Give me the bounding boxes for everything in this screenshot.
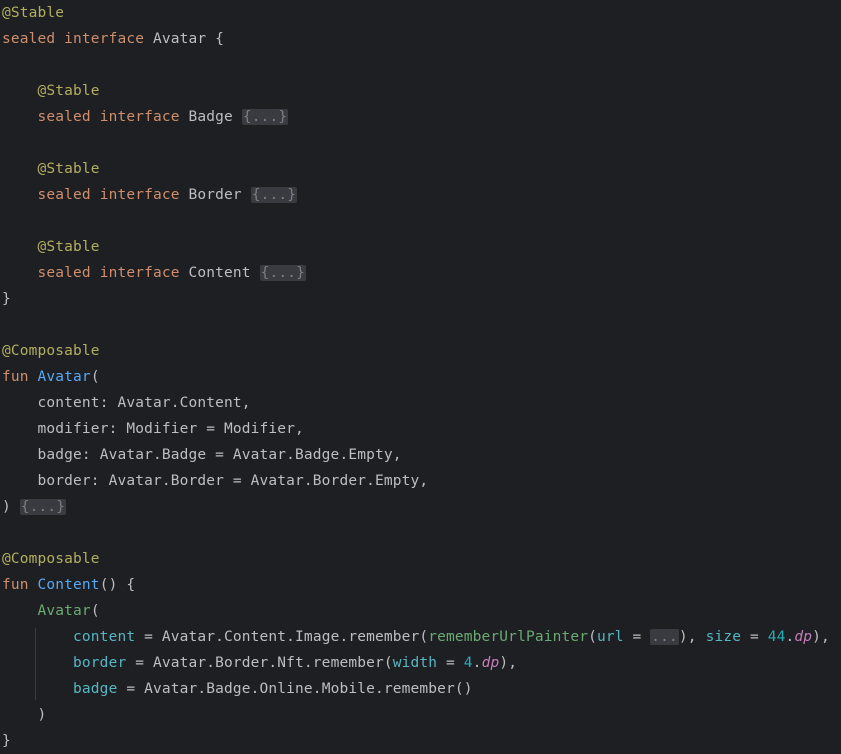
code-line-19: border: Avatar.Border = Avatar.Border.Em… (2, 468, 429, 494)
code-line-4: @Stable (2, 78, 100, 104)
paren-open: ( (588, 629, 597, 645)
brace-open: { (215, 31, 225, 47)
expression: Avatar.Border.Nft.remember( (152, 655, 393, 671)
code-line-25: content = Avatar.Content.Image.remember(… (2, 624, 830, 650)
punctuation: ), (812, 629, 830, 645)
code-line-27: badge = Avatar.Badge.Online.Mobile.remem… (2, 676, 473, 702)
code-line-2: sealed interface Avatar { (2, 26, 224, 52)
code-line-26: border = Avatar.Border.Nft.remember(widt… (2, 650, 517, 676)
interface-name: Avatar (152, 31, 207, 47)
code-line-15: fun Avatar( (2, 364, 100, 390)
code-line-17: modifier: Modifier = Modifier, (2, 416, 304, 442)
function-name: Content (37, 577, 100, 593)
parameter-line: content: Avatar.Content, (37, 395, 251, 411)
expression: Avatar.Content.Image.remember( (161, 629, 429, 645)
code-line-8: sealed interface Border {...} (2, 182, 298, 208)
code-line-10: @Stable (2, 234, 100, 260)
keyword-sealed: sealed (37, 109, 91, 125)
signature-tail: () { (99, 577, 136, 593)
brace-close: } (2, 291, 11, 307)
code-line-28: ) (2, 702, 47, 728)
operator: = (126, 655, 153, 671)
nested-interface-name: Badge (188, 109, 233, 125)
parameter-line: badge: Avatar.Badge = Avatar.Badge.Empty… (37, 447, 402, 463)
nested-interface-name: Content (188, 265, 251, 281)
named-arg: badge (73, 681, 118, 697)
parameter-line: border: Avatar.Border = Avatar.Border.Em… (37, 473, 429, 489)
code-line-14: @Composable (2, 338, 100, 364)
code-line-23: fun Content() { (2, 572, 135, 598)
paren-open: ( (90, 603, 100, 619)
keyword-interface: interface (64, 31, 145, 47)
code-line-12: } (2, 286, 11, 312)
operator: = (741, 629, 768, 645)
paren-open: ( (90, 369, 100, 385)
named-arg: content (73, 629, 136, 645)
code-line-1: @Stable (2, 0, 64, 26)
paren-close: ) (37, 707, 47, 723)
annotation-stable: @Stable (2, 5, 65, 21)
operator: = (623, 629, 651, 645)
fold-toggle[interactable]: {...} (250, 187, 298, 203)
fold-toggle[interactable]: {...} (19, 499, 67, 515)
operator: = (135, 629, 162, 645)
keyword-fun: fun (2, 577, 29, 593)
annotation-composable: @Composable (2, 343, 100, 359)
nested-interface-name: Border (188, 187, 242, 203)
code-line-5: sealed interface Badge {...} (2, 104, 289, 130)
composable-call: Avatar (37, 603, 91, 619)
keyword-interface: interface (99, 109, 180, 125)
dot: . (472, 655, 482, 671)
fold-toggle[interactable]: {...} (241, 109, 289, 125)
extension-property: dp (481, 655, 500, 671)
parameter-line: modifier: Modifier = Modifier, (37, 421, 304, 437)
keyword-sealed: sealed (37, 265, 91, 281)
code-line-18: badge: Avatar.Badge = Avatar.Badge.Empty… (2, 442, 402, 468)
code-line-7: @Stable (2, 156, 100, 182)
code-line-20: ) {...} (2, 494, 67, 520)
annotation-stable: @Stable (37, 239, 100, 255)
keyword-sealed: sealed (2, 31, 56, 47)
operator: = (437, 655, 464, 671)
number-literal: 44 (767, 629, 786, 645)
named-arg: size (705, 629, 742, 645)
annotation-stable: @Stable (37, 83, 100, 99)
fold-toggle[interactable]: ... (650, 629, 679, 645)
punctuation: ), (499, 655, 518, 671)
extension-property: dp (794, 629, 813, 645)
punctuation: ), (678, 629, 706, 645)
named-arg: url (597, 629, 624, 645)
code-line-11: sealed interface Content {...} (2, 260, 306, 286)
brace-close: } (2, 733, 11, 749)
keyword-interface: interface (99, 265, 180, 281)
keyword-interface: interface (99, 187, 180, 203)
operator: = (117, 681, 145, 697)
code-line-22: @Composable (2, 546, 100, 572)
keyword-sealed: sealed (37, 187, 91, 203)
code-line-24: Avatar( (2, 598, 100, 624)
code-line-16: content: Avatar.Content, (2, 390, 251, 416)
annotation-composable: @Composable (2, 551, 100, 567)
code-editor[interactable]: @Stable sealed interface Avatar { @Stabl… (0, 0, 841, 754)
fold-toggle[interactable]: {...} (259, 265, 306, 281)
paren-close: ) (2, 499, 20, 515)
code-line-29: } (2, 728, 11, 754)
expression: Avatar.Badge.Online.Mobile.remember() (144, 681, 473, 697)
named-arg: border (73, 655, 127, 671)
function-call: rememberUrlPainter (428, 629, 589, 645)
annotation-stable: @Stable (37, 161, 100, 177)
number-literal: 4 (463, 655, 473, 671)
named-arg: width (392, 655, 438, 671)
function-name: Avatar (37, 369, 91, 385)
keyword-fun: fun (2, 369, 29, 385)
